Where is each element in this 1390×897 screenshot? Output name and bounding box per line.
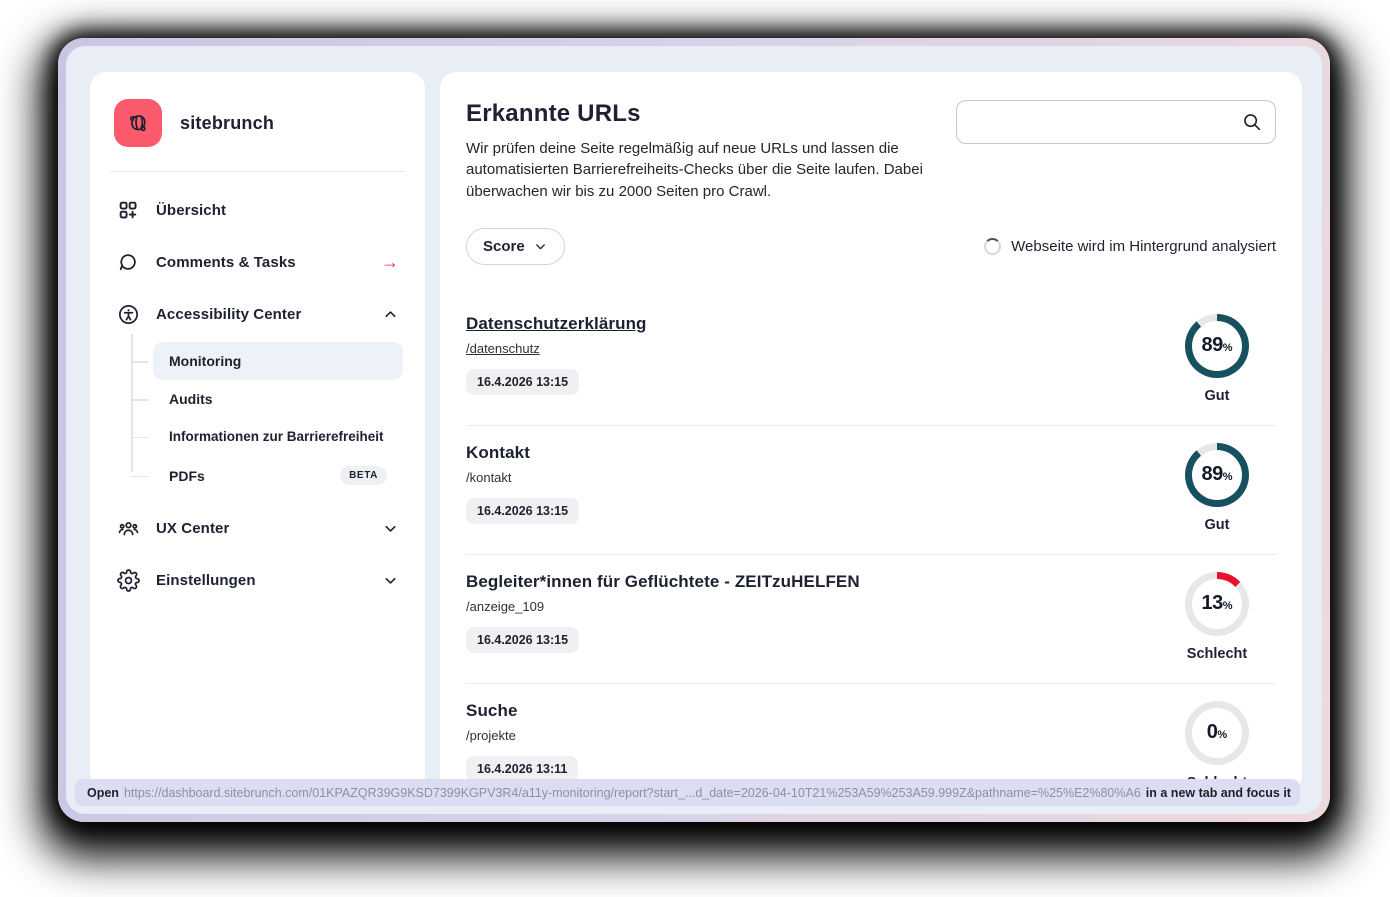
brand-logo-row[interactable]: sitebrunch [112,97,403,171]
statusbar-suffix: in a new tab and focus it [1146,786,1291,800]
url-path-link[interactable]: /projekte [466,728,578,743]
spinner-icon [984,238,1001,255]
chevron-up-icon [382,306,399,323]
search-icon[interactable] [1241,111,1263,133]
sidebar-item-label: Einstellungen [156,572,366,589]
chevron-down-icon [382,572,399,589]
browser-window: sitebrunch Übersicht [58,38,1330,822]
sidebar-item-label: Übersicht [156,202,399,219]
score-value: 0 [1207,721,1218,744]
url-row: Suche /projekte 16.4.2026 13:11 0 % Schl… [466,684,1276,792]
submenu-item-label: Audits [169,391,213,407]
score-ring: 89 % [1185,443,1249,507]
chevron-down-icon [533,239,548,254]
people-group-icon [116,516,140,540]
search-box [956,100,1276,144]
url-row: Datenschutzerklärung /datenschutz 16.4.2… [466,297,1276,426]
statusbar-prefix: Open [87,786,119,800]
url-title-link[interactable]: Suche [466,701,578,721]
chevron-down-icon [382,520,399,537]
sidebar: sitebrunch Übersicht [90,72,425,792]
url-path-link[interactable]: /datenschutz [466,341,647,356]
score-label: Schlecht [1176,646,1258,662]
submenu-item-audits[interactable]: Audits [153,380,403,418]
sidebar-nav: Übersicht Comments & Tasks → [112,184,403,606]
submenu-item-monitoring[interactable]: Monitoring [153,342,403,380]
sidebar-item-accessibility-center[interactable]: Accessibility Center [112,288,403,340]
submenu-item-label: Informationen zur Barrierefreiheit [169,429,384,444]
page-title: Erkannte URLs [466,100,944,128]
main-panel: Erkannte URLs Wir prüfen deine Seite reg… [440,72,1302,792]
dashboard-grid-plus-icon [116,198,140,222]
score-ring: 0 % [1185,701,1249,765]
sidebar-item-label: Accessibility Center [156,306,366,323]
background-analysis-status: Webseite wird im Hintergrund analysiert [984,238,1276,255]
url-list: Datenschutzerklärung /datenschutz 16.4.2… [466,297,1276,792]
submenu-item-pdfs[interactable]: PDFs BETA [153,455,403,496]
red-arrow-icon: → [381,253,399,271]
score-label: Gut [1176,388,1258,404]
url-row: Kontakt /kontakt 16.4.2026 13:15 89 % Gu… [466,426,1276,555]
percent-sign: % [1223,342,1233,354]
link-preview-statusbar: Open https://dashboard.sitebrunch.com/01… [75,779,1300,806]
crawl-date-badge: 16.4.2026 13:15 [466,369,579,395]
croissant-logo-icon [114,99,162,147]
score-value: 13 [1201,592,1222,615]
score-filter-label: Score [483,238,525,255]
sidebar-item-uebersicht[interactable]: Übersicht [112,184,403,236]
crawl-date-badge: 16.4.2026 13:15 [466,627,579,653]
accessibility-submenu: Monitoring Audits Informationen zur Barr… [112,342,403,496]
sidebar-divider [110,171,405,172]
percent-sign: % [1223,600,1233,612]
score-value: 89 [1201,334,1222,357]
score-ring: 13 % [1185,572,1249,636]
sidebar-item-comments-tasks[interactable]: Comments & Tasks → [112,236,403,288]
crawl-date-badge: 16.4.2026 13:15 [466,498,579,524]
gear-icon [116,568,140,592]
url-title-link[interactable]: Begleiter*innen für Geflüchtete - ZEITzu… [466,572,860,592]
score-value: 89 [1201,463,1222,486]
url-title-link[interactable]: Kontakt [466,443,579,463]
app-window: sitebrunch Übersicht [66,46,1322,814]
url-path-link[interactable]: /anzeige_109 [466,599,860,614]
sidebar-item-label: UX Center [156,520,366,537]
url-path-link[interactable]: /kontakt [466,470,579,485]
score-filter-button[interactable]: Score [466,228,565,265]
brand-name: sitebrunch [180,113,274,134]
url-row: Begleiter*innen für Geflüchtete - ZEITzu… [466,555,1276,684]
submenu-item-label: Monitoring [169,353,241,369]
score-label: Gut [1176,517,1258,533]
sidebar-item-label: Comments & Tasks [156,254,365,271]
submenu-item-informationen[interactable]: Informationen zur Barrierefreiheit [153,418,403,455]
score-ring: 89 % [1185,314,1249,378]
percent-sign: % [1217,729,1227,741]
background-status-text: Webseite wird im Hintergrund analysiert [1011,238,1276,255]
sidebar-item-ux-center[interactable]: UX Center [112,502,403,554]
submenu-item-label: PDFs [169,468,205,484]
crawl-date-badge: 16.4.2026 13:11 [466,756,578,782]
statusbar-url: https://dashboard.sitebrunch.com/01KPAZQ… [124,786,1141,800]
percent-sign: % [1223,471,1233,483]
accessibility-person-icon [116,302,140,326]
search-input[interactable] [956,100,1276,144]
sidebar-item-einstellungen[interactable]: Einstellungen [112,554,403,606]
beta-badge: BETA [340,466,387,485]
page-description: Wir prüfen deine Seite regelmäßig auf ne… [466,138,944,202]
url-title-link[interactable]: Datenschutzerklärung [466,314,647,334]
speech-bubble-icon [116,250,140,274]
